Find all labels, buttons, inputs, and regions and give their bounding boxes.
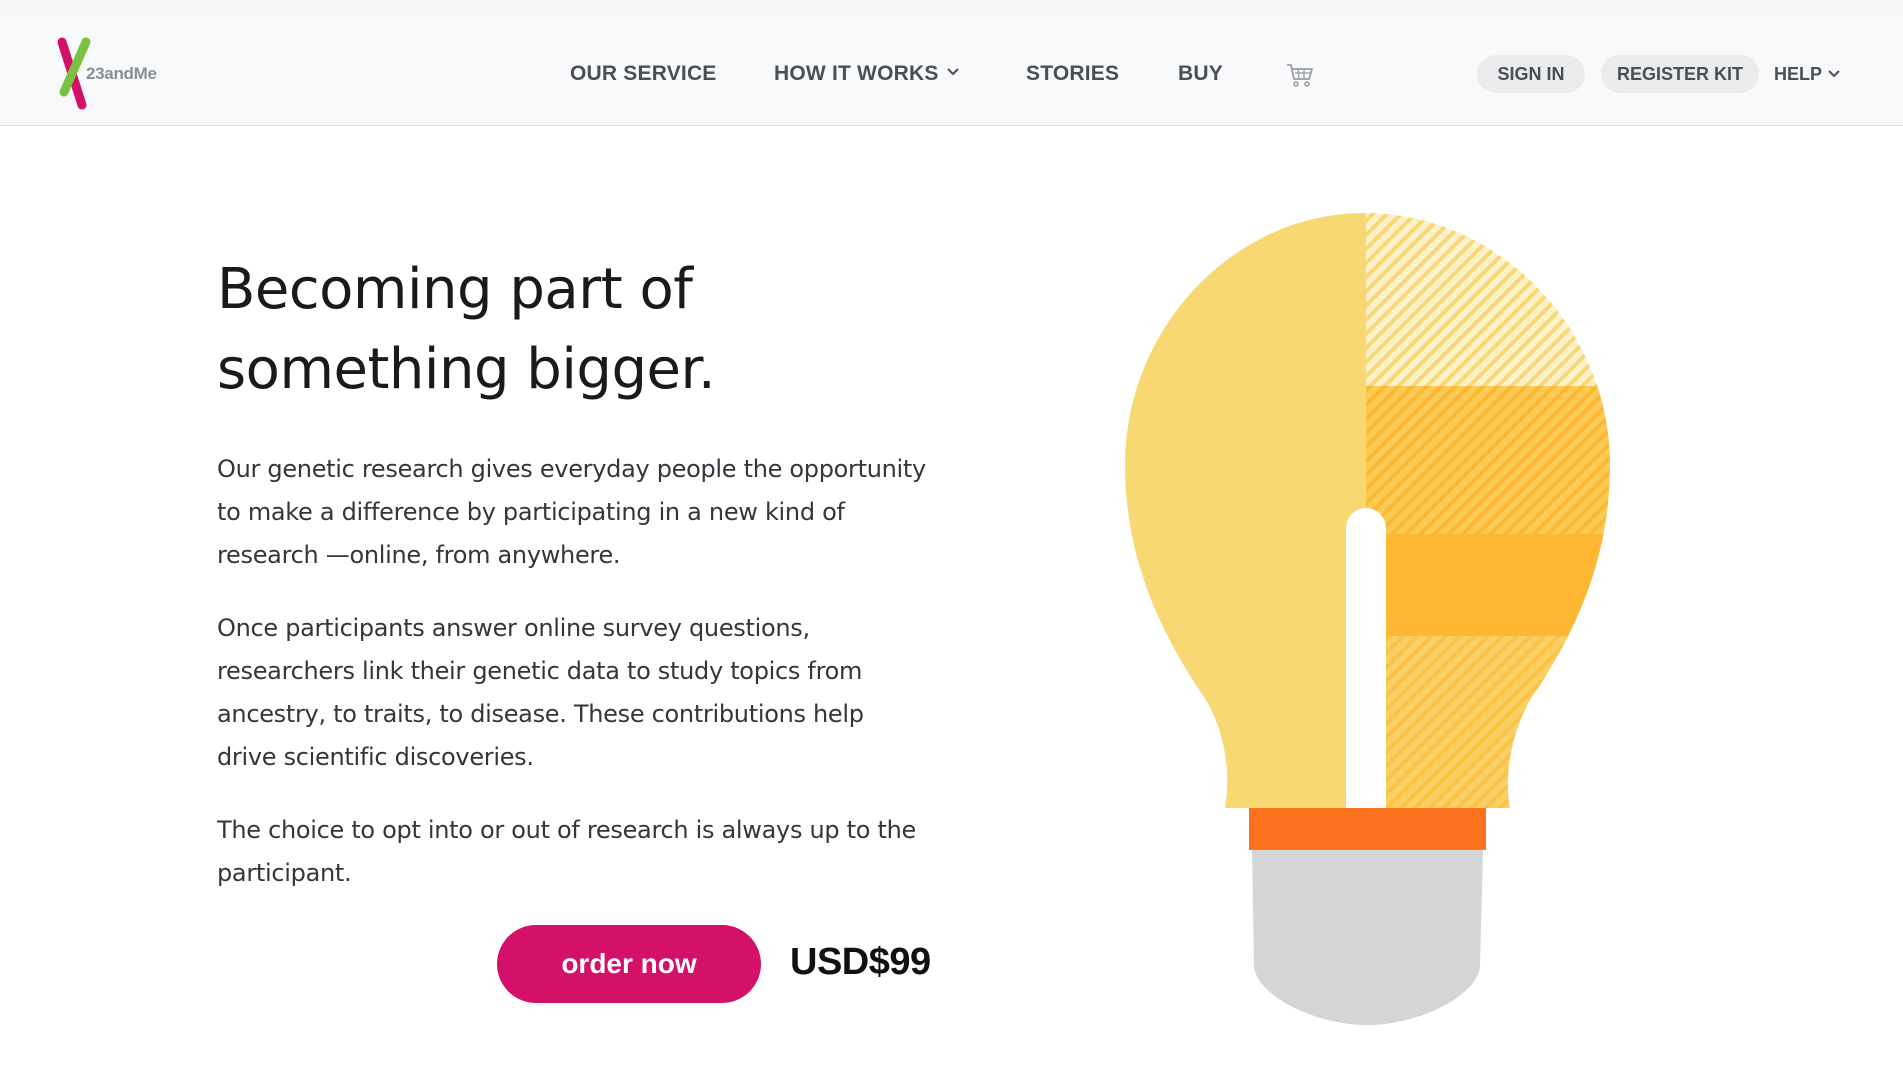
site-header: 23andMe OUR SERVICE HOW IT WORKS STORIES…: [0, 22, 1903, 126]
brand-logo[interactable]: 23andMe: [55, 36, 195, 112]
sign-in-button[interactable]: SIGN IN: [1477, 55, 1585, 93]
logo-text: 23andMe: [86, 64, 157, 83]
help-label: HELP: [1774, 64, 1823, 84]
choice-paragraph: The choice to opt into or out of researc…: [217, 816, 916, 887]
help-menu[interactable]: HELP: [1774, 64, 1840, 85]
register-kit-button[interactable]: REGISTER KIT: [1601, 55, 1759, 93]
browser-top-strip: [0, 0, 1903, 23]
cart-icon[interactable]: [1286, 62, 1314, 88]
nav-our-service[interactable]: OUR SERVICE: [570, 62, 717, 86]
chevron-down-icon: [1828, 70, 1840, 78]
headline-line-1: Becoming part of: [217, 257, 693, 322]
nav-how-it-works[interactable]: HOW IT WORKS: [774, 62, 959, 86]
price-label: USD$99: [790, 941, 931, 983]
lightbulb-icon: [1125, 213, 1610, 1025]
order-now-button[interactable]: order now: [497, 925, 761, 1003]
nav-buy[interactable]: BUY: [1178, 62, 1223, 86]
page-title: Becoming part of something bigger.: [217, 250, 716, 410]
chevron-down-icon: [946, 68, 959, 76]
headline-line-2: something bigger.: [217, 337, 716, 402]
nav-stories[interactable]: STORIES: [1026, 62, 1119, 86]
intro-paragraph: Our genetic research gives everyday peop…: [217, 455, 926, 569]
nav-how-it-works-label: HOW IT WORKS: [774, 62, 939, 85]
research-paragraph: Once participants answer online survey q…: [217, 614, 864, 771]
